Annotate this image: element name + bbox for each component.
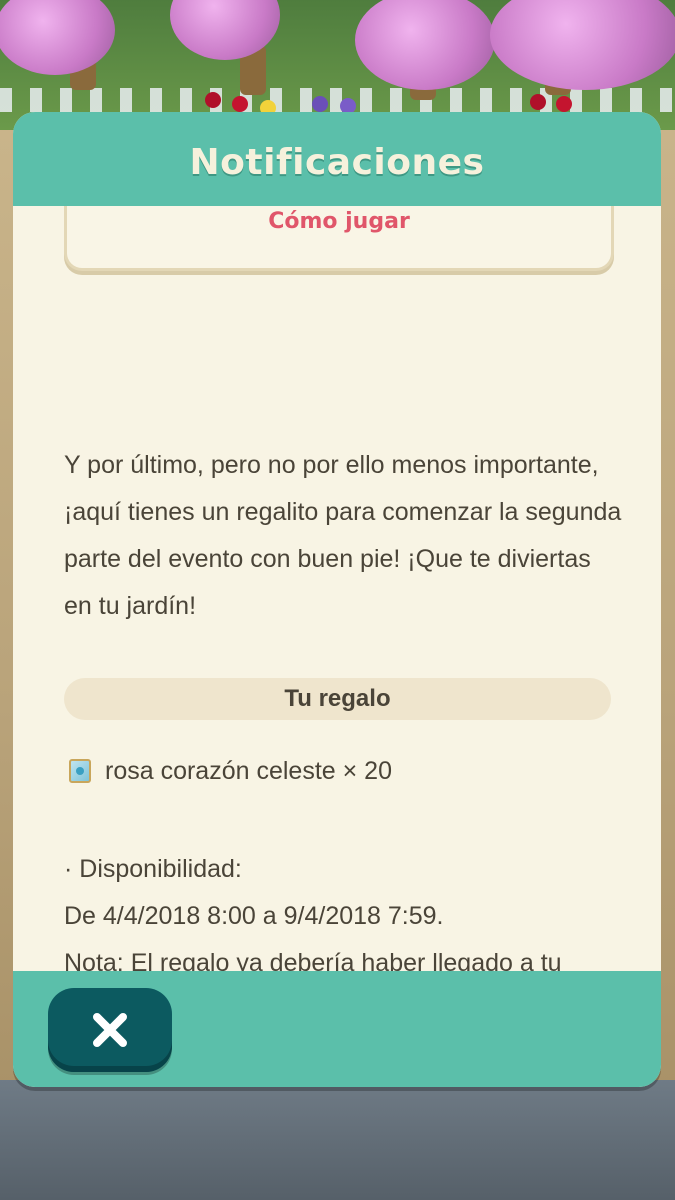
seed-packet-icon [69,759,91,783]
gift-section-label: Tu regalo [284,685,391,712]
dialog-footer [13,971,661,1087]
flower [312,96,328,112]
flower [556,96,572,112]
availability-label: · Disponibilidad: [64,855,242,883]
availability-dates: De 4/4/2018 8:00 a 9/4/2018 7:59. [64,902,444,930]
close-button[interactable] [48,988,172,1072]
background-fence [0,88,675,112]
gift-item: rosa corazón celeste × 20 [69,756,392,786]
mailbox-note: Nota: El regalo ya debería haber llegado… [64,949,562,971]
dialog-scroll-content[interactable]: Cómo jugar Y por último, pero no por ell… [13,206,661,971]
notifications-dialog: Notificaciones Cómo jugar Y por último, … [13,112,661,1087]
gift-item-text: rosa corazón celeste × 20 [105,756,392,785]
how-to-play-link[interactable]: Cómo jugar [67,209,611,234]
flower [232,96,248,112]
background-water [0,1080,675,1200]
dialog-header: Notificaciones [13,112,661,206]
availability-info: · Disponibilidad: De 4/4/2018 8:00 a 9/4… [64,846,624,971]
flower [205,92,221,108]
how-to-play-card[interactable]: Cómo jugar [64,206,614,271]
notification-message: Y por último, pero no por ello menos imp… [64,451,622,620]
gift-section-header: Tu regalo [64,678,611,720]
close-icon [93,1013,127,1047]
dialog-title: Notificaciones [189,142,485,183]
flower [530,94,546,110]
